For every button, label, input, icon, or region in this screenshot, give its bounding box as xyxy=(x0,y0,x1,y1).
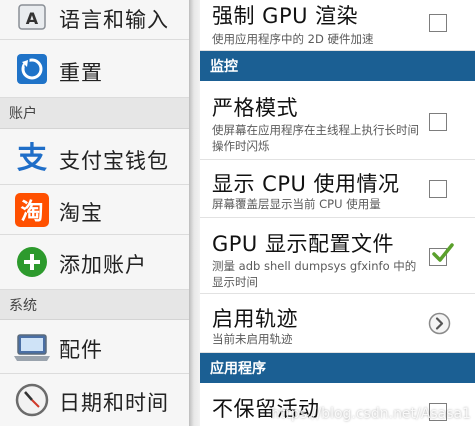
chevron-right-icon[interactable] xyxy=(428,312,451,335)
setting-title: 强制 GPU 渲染 xyxy=(212,4,359,28)
sidebar-item-label: 支付宝钱包 xyxy=(59,149,169,173)
section-header-monitoring: 监控 xyxy=(200,51,475,81)
setting-summary: 屏幕覆盖层显示当前 CPU 使用量 xyxy=(212,197,381,211)
developer-options-list: 强制 GPU 渲染 使用应用程序中的 2D 硬件加速 监控 严格模式 使屏幕在应… xyxy=(200,0,475,426)
accessory-laptop-icon xyxy=(13,328,51,366)
setting-title: 不保留活动 xyxy=(212,397,320,421)
sidebar-item-language-input[interactable]: A 语言和输入 xyxy=(0,0,189,40)
svg-text:A: A xyxy=(26,9,39,28)
strict-mode-checkbox[interactable] xyxy=(429,113,447,131)
setting-title: GPU 显示配置文件 xyxy=(212,232,394,256)
sidebar-item-label: 日期和时间 xyxy=(59,391,169,415)
force-gpu-checkbox[interactable] xyxy=(429,14,447,32)
sidebar-item-label: 添加账户 xyxy=(59,253,147,277)
sidebar-item-reset[interactable]: 重置 xyxy=(0,40,189,98)
setting-summary: 使用应用程序中的 2D 硬件加速 xyxy=(212,32,374,46)
checkmark-icon xyxy=(432,243,454,262)
add-account-icon xyxy=(13,243,51,281)
setting-title: 启用轨迹 xyxy=(212,307,298,331)
setting-gpu-profile[interactable]: GPU 显示配置文件 测量 adb shell dumpsys gfxinfo … xyxy=(200,218,475,294)
setting-title: 显示 CPU 使用情况 xyxy=(212,172,400,196)
pane-divider xyxy=(189,0,200,426)
setting-strict-mode[interactable]: 严格模式 使屏幕在应用程序在主线程上执行长时间操作时闪烁 xyxy=(200,81,475,160)
sidebar-item-add-account[interactable]: 添加账户 xyxy=(0,235,189,290)
reset-icon xyxy=(13,50,51,88)
taobao-icon: 淘 xyxy=(13,191,51,229)
settings-sidebar: A 语言和输入 重置 账户 支 支付宝钱包 淘 淘宝 添加账户 系统 配件 日期… xyxy=(0,0,189,426)
gpu-profile-checkbox[interactable] xyxy=(429,243,454,266)
sidebar-header-system: 系统 xyxy=(0,290,189,320)
alipay-icon: 支 xyxy=(13,138,51,176)
sidebar-item-alipay[interactable]: 支 支付宝钱包 xyxy=(0,129,189,185)
clock-icon xyxy=(13,381,51,419)
svg-text:支: 支 xyxy=(17,141,47,175)
sidebar-item-label: 语言和输入 xyxy=(59,8,169,32)
setting-force-gpu-rendering[interactable]: 强制 GPU 渲染 使用应用程序中的 2D 硬件加速 xyxy=(200,0,475,51)
svg-text:淘: 淘 xyxy=(21,198,44,225)
sidebar-item-taobao[interactable]: 淘 淘宝 xyxy=(0,185,189,235)
sidebar-item-label: 配件 xyxy=(59,338,103,362)
section-header-apps: 应用程序 xyxy=(200,353,475,383)
setting-title: 严格模式 xyxy=(212,96,298,120)
setting-summary: 当前未启用轨迹 xyxy=(212,332,293,346)
setting-dont-keep-activities[interactable]: 不保留活动 xyxy=(200,383,475,426)
setting-summary: 使屏幕在应用程序在主线程上执行长时间操作时闪烁 xyxy=(212,123,419,153)
setting-summary: 测量 adb shell dumpsys gfxinfo 中的显示时间 xyxy=(212,259,417,289)
sidebar-item-label: 淘宝 xyxy=(59,201,103,225)
setting-enable-traces[interactable]: 启用轨迹 当前未启用轨迹 xyxy=(200,294,475,353)
keyboard-a-icon: A xyxy=(13,0,51,36)
sidebar-item-date-time[interactable]: 日期和时间 xyxy=(0,374,189,426)
sidebar-item-label: 重置 xyxy=(59,61,103,85)
sidebar-header-accounts: 账户 xyxy=(0,98,189,129)
setting-show-cpu-usage[interactable]: 显示 CPU 使用情况 屏幕覆盖层显示当前 CPU 使用量 xyxy=(200,160,475,218)
show-cpu-checkbox[interactable] xyxy=(429,180,447,198)
sidebar-item-accessories[interactable]: 配件 xyxy=(0,320,189,374)
dont-keep-checkbox[interactable] xyxy=(429,403,447,421)
